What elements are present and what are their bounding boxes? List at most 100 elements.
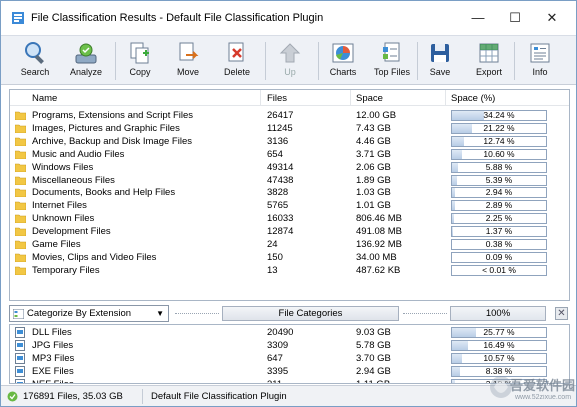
file-icon — [15, 327, 25, 338]
cell-files: 150 — [267, 251, 283, 263]
cell-files: 311 — [267, 378, 282, 383]
space-percent-bar: 0.38 % — [451, 239, 547, 250]
close-button[interactable]: ✕ — [536, 6, 568, 30]
space-percent-text: 1.37 % — [485, 226, 513, 237]
table-row[interactable]: Internet Files 5765 1.01 GB 2.89 % — [10, 199, 569, 212]
extensions-table[interactable]: DLL Files 20490 9.03 GB 25.77 % JPG Files 330… — [9, 324, 570, 384]
table-row[interactable]: Development Files 12874 491.08 MB 1.37 % — [10, 225, 569, 238]
cell-space: 3.70 GB — [356, 352, 391, 364]
table-row[interactable]: MP3 Files 647 3.70 GB 10.57 % — [10, 352, 569, 365]
space-percent-bar: 34.24 % — [451, 110, 547, 121]
cell-files: 11245 — [267, 122, 293, 134]
copy-label: Copy — [129, 67, 151, 77]
categorize-bar: Categorize By Extension ▼ File Categorie… — [9, 305, 570, 322]
table-row[interactable]: Movies, Clips and Video Files 150 34.00 MB… — [10, 251, 569, 264]
categorize-select-value: Categorize By Extension — [27, 308, 132, 319]
table-row[interactable]: Game Files 24 136.92 MB 0.38 % — [10, 238, 569, 251]
cell-files: 654 — [267, 148, 283, 160]
table-row[interactable]: Music and Audio Files 654 3.71 GB 10.60 % — [10, 148, 569, 161]
space-percent-bar: 10.60 % — [451, 148, 547, 160]
maximize-button[interactable]: ☐ — [499, 6, 531, 30]
space-percent-text: 5.88 % — [485, 161, 513, 172]
table-row[interactable]: Programs, Extensions and Script Files 264… — [10, 109, 569, 122]
table-header: Name Files Space Space (%) — [10, 90, 569, 106]
space-percent-text: 25.77 % — [483, 327, 515, 337]
cell-files: 47438 — [267, 174, 294, 186]
delete-icon — [228, 42, 244, 62]
cell-space: 12.00 GB — [356, 110, 397, 121]
table-row[interactable]: Windows Files 49314 2.06 GB 5.88 % — [10, 161, 569, 174]
header-files[interactable]: Files — [267, 93, 287, 104]
close-panel-button[interactable]: ✕ — [555, 307, 568, 320]
table-row[interactable]: Images, Pictures and Graphic Files 11245 7… — [10, 122, 569, 135]
minimize-button[interactable]: — — [462, 6, 494, 30]
app-icon — [12, 12, 24, 24]
export-button[interactable]: Export — [464, 38, 514, 84]
categorize-icon — [13, 309, 24, 319]
watermark-url: www.52zixue.com — [515, 394, 572, 401]
charts-button[interactable]: Charts — [318, 38, 368, 84]
header-space[interactable]: Space — [356, 93, 383, 104]
cell-space: 2.06 GB — [356, 161, 391, 173]
categorize-select[interactable]: Categorize By Extension ▼ — [9, 305, 169, 322]
move-button[interactable]: Move — [163, 38, 213, 84]
table-row[interactable]: Temporary Files 13 487.62 KB < 0.01 % — [10, 264, 569, 277]
title-bar: File Classification Results - Default Fi… — [1, 1, 576, 35]
charts-label: Charts — [329, 67, 357, 77]
cell-space: 487.62 KB — [356, 264, 401, 276]
cell-files: 3309 — [267, 339, 289, 351]
space-percent-text: < 0.01 % — [482, 264, 516, 275]
table-row[interactable]: EXE Files 3395 2.94 GB 8.38 % — [10, 365, 569, 378]
info-icon — [530, 43, 550, 63]
cell-name: Development Files — [32, 226, 111, 238]
cell-space: 3.71 GB — [356, 148, 391, 160]
search-label: Search — [20, 67, 50, 77]
header-name[interactable]: Name — [32, 93, 57, 104]
copy-button[interactable]: Copy — [115, 38, 165, 84]
space-percent-text: 21.22 % — [483, 122, 515, 133]
export-label: Export — [475, 67, 502, 77]
search-button[interactable]: Search — [10, 38, 60, 84]
space-percent-bar: < 0.01 % — [451, 264, 547, 276]
categories-table[interactable]: Name Files Space Space (%) Programs, Ext… — [9, 89, 570, 301]
toolbar: Search Analyze Copy Move Delete Up Chart… — [1, 35, 576, 85]
cell-files: 3828 — [267, 187, 289, 199]
space-percent-bar: 5.39 % — [451, 174, 547, 186]
cell-name: Miscellaneous Files — [32, 174, 115, 186]
cell-name: MP3 Files — [32, 352, 75, 364]
table-row[interactable]: Documents, Books and Help Files 3828 1.03 … — [10, 186, 569, 199]
save-label: Save — [429, 67, 451, 77]
cell-space: 1.01 GB — [356, 200, 391, 212]
analyze-button[interactable]: Analyze — [61, 38, 111, 84]
folder-icon — [15, 227, 26, 237]
cell-name: Temporary Files — [32, 264, 100, 276]
space-percent-bar: 25.77 % — [451, 327, 547, 338]
space-percent-bar: 2.94 % — [451, 187, 547, 199]
info-button[interactable]: Info — [515, 38, 565, 84]
up-button[interactable]: Up — [265, 38, 315, 84]
table-row[interactable]: JPG Files 3309 5.78 GB 16.49 % — [10, 339, 569, 352]
table-row[interactable]: DLL Files 20490 9.03 GB 25.77 % — [10, 326, 569, 339]
save-button[interactable]: Save — [415, 38, 465, 84]
table-row[interactable]: Archive, Backup and Disk Image Files 3136… — [10, 135, 569, 148]
cell-name: Windows Files — [32, 161, 94, 173]
cell-files: 647 — [267, 352, 283, 364]
top-files-button[interactable]: Top Files — [367, 38, 417, 84]
file-categories-button[interactable]: File Categories — [222, 306, 399, 321]
folder-icon — [15, 240, 26, 249]
delete-button[interactable]: Delete — [212, 38, 262, 84]
percent-indicator: 100% — [450, 306, 546, 321]
cell-files: 5765 — [267, 200, 289, 212]
cell-name: Images, Pictures and Graphic Files — [32, 122, 180, 134]
folder-icon — [15, 163, 26, 172]
folder-icon — [15, 189, 26, 198]
save-icon — [431, 44, 449, 62]
space-percent-text: 2.25 % — [485, 213, 513, 224]
cell-files: 12874 — [267, 226, 294, 238]
table-row[interactable]: Miscellaneous Files 47438 1.89 GB 5.39 % — [10, 174, 569, 187]
table-row[interactable]: NEF Files3111.11 GB3.18 % — [10, 378, 569, 383]
header-space-percent[interactable]: Space (%) — [451, 93, 495, 104]
cell-files: 3136 — [267, 135, 289, 147]
move-icon — [179, 42, 199, 61]
table-row[interactable]: Unknown Files 16033 806.46 MB 2.25 % — [10, 212, 569, 225]
